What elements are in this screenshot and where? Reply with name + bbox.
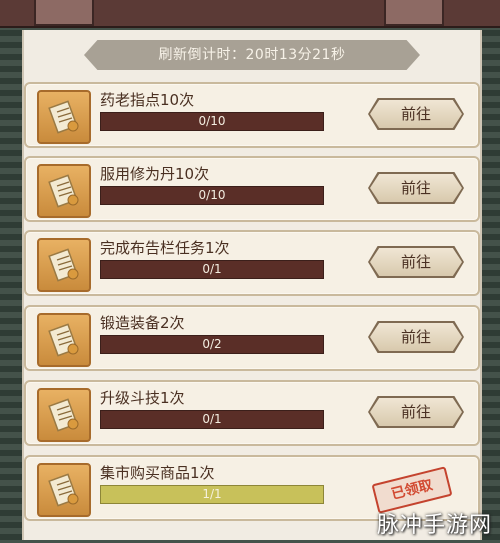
progress-text: 0/10 — [198, 188, 226, 202]
task-progress-bar: 0/10 — [100, 186, 324, 205]
scroll-icon — [37, 238, 91, 292]
task-row: 升级斗技1次 0/1 前往 — [24, 380, 480, 446]
go-button[interactable]: 前往 — [370, 100, 462, 128]
frame-post-right — [384, 0, 444, 26]
task-title: 服用修为丹10次 — [100, 165, 210, 183]
refresh-countdown: 刷新倒计时：20时13分21秒 — [84, 40, 420, 70]
progress-text: 0/1 — [202, 412, 222, 426]
task-row: 服用修为丹10次 0/10 前往 — [24, 156, 480, 222]
top-frame-bar — [0, 0, 500, 28]
go-button[interactable]: 前往 — [370, 248, 462, 276]
task-progress-bar: 0/2 — [100, 335, 324, 354]
scroll-icon — [37, 90, 91, 144]
task-progress-bar: 0/1 — [100, 260, 324, 279]
progress-text: 0/10 — [198, 114, 226, 128]
task-title: 集市购买商品1次 — [100, 464, 215, 482]
task-title: 药老指点10次 — [100, 91, 195, 109]
task-progress-bar: 1/1 — [100, 485, 324, 504]
watermark: 脉冲手游网 — [376, 513, 492, 538]
go-button[interactable]: 前往 — [370, 323, 462, 351]
scroll-icon — [37, 388, 91, 442]
task-progress-bar: 0/1 — [100, 410, 324, 429]
scroll-icon — [37, 313, 91, 367]
task-progress-bar: 0/10 — [100, 112, 324, 131]
task-row: 完成布告栏任务1次 0/1 前往 — [24, 230, 480, 296]
task-title: 升级斗技1次 — [100, 389, 185, 407]
progress-text: 1/1 — [202, 487, 222, 501]
task-title: 锻造装备2次 — [100, 314, 185, 332]
scroll-icon — [37, 463, 91, 517]
task-title: 完成布告栏任务1次 — [100, 239, 230, 257]
go-button[interactable]: 前往 — [370, 398, 462, 426]
task-row: 锻造装备2次 0/2 前往 — [24, 305, 480, 371]
go-button[interactable]: 前往 — [370, 174, 462, 202]
task-row: 药老指点10次 0/10 前往 — [24, 82, 480, 148]
progress-text: 0/2 — [202, 337, 222, 351]
scroll-icon — [37, 164, 91, 218]
frame-post-left — [34, 0, 94, 26]
progress-text: 0/1 — [202, 262, 222, 276]
